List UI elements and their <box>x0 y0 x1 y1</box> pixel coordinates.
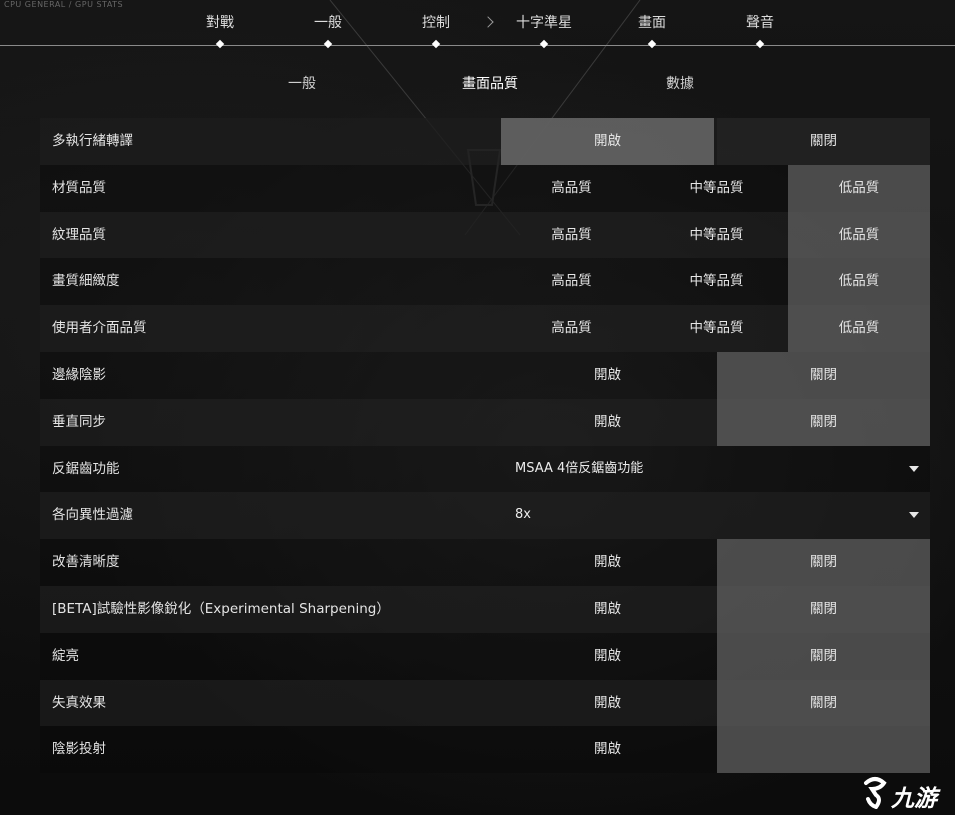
option-on[interactable]: 開啟 <box>501 680 714 727</box>
setting-label: 失真效果 <box>52 694 106 711</box>
option-low[interactable]: 低品質 <box>788 258 930 306</box>
subtab-graphics-quality[interactable]: 畫面品質 <box>462 73 518 93</box>
option-medium[interactable]: 中等品質 <box>645 305 788 352</box>
nav-tab-general[interactable]: 一般 <box>314 12 342 32</box>
nav-tab-crosshair[interactable]: 十字準星 <box>516 12 572 32</box>
anti-aliasing-dropdown[interactable]: MSAA 4倍反鋸齒功能 <box>501 446 930 493</box>
option-on[interactable]: 開啟 <box>501 586 714 633</box>
option-on[interactable]: 開啟 <box>501 118 714 165</box>
nav-tab-video[interactable]: 畫面 <box>638 12 666 32</box>
setting-label: 反鋸齒功能 <box>52 460 120 477</box>
setting-label: 多執行緒轉譯 <box>52 133 133 149</box>
setting-label: 畫質細緻度 <box>52 273 120 290</box>
setting-row-vsync: 垂直同步 開啟 關閉 <box>40 398 930 446</box>
setting-row-distortion: 失真效果 開啟 關閉 <box>40 679 930 727</box>
option-medium[interactable]: 中等品質 <box>645 165 788 212</box>
anisotropic-filtering-dropdown[interactable]: 8x <box>501 492 930 539</box>
nav-dot-icon <box>431 39 441 49</box>
watermark-text: 九游 <box>891 786 937 812</box>
setting-row-experimental-sharpening: [BETA]試驗性影像銳化（Experimental Sharpening） 開… <box>40 585 930 633</box>
setting-label: 邊緣陰影 <box>52 366 106 383</box>
setting-row-anisotropic-filtering: 各向異性過濾 8x <box>40 492 930 540</box>
caret-down-icon <box>909 465 919 472</box>
settings-list: 多執行緒轉譯 開啟 關閉 材質品質 高品質 中等品質 低品質 紋理品質 高品質 … <box>40 118 930 774</box>
option-low[interactable]: 低品質 <box>788 211 930 259</box>
option-high[interactable]: 高品質 <box>501 212 642 259</box>
option-off[interactable] <box>717 726 930 774</box>
top-nav: 對戰 一般 控制 十字準星 畫面 聲音 <box>0 0 955 55</box>
option-on[interactable]: 開啟 <box>501 726 714 773</box>
setting-label: 綻亮 <box>52 647 79 664</box>
setting-row-bloom: 綻亮 開啟 關閉 <box>40 632 930 680</box>
setting-row-multithreaded-rendering: 多執行緒轉譯 開啟 關閉 <box>40 118 930 165</box>
nav-tab-match[interactable]: 對戰 <box>206 12 234 32</box>
option-off[interactable]: 關閉 <box>717 585 930 633</box>
option-low[interactable]: 低品質 <box>788 164 930 212</box>
nav-tab-controls[interactable]: 控制 <box>422 12 450 32</box>
setting-label: 改善清晰度 <box>52 554 120 571</box>
nav-dot-icon <box>647 39 657 49</box>
setting-row-cast-shadows: 陰影投射 開啟 <box>40 726 930 774</box>
option-off[interactable]: 關閉 <box>717 632 930 680</box>
setting-row-texture-quality: 紋理品質 高品質 中等品質 低品質 <box>40 211 930 259</box>
setting-label: 各向異性過濾 <box>52 507 133 524</box>
nav-dot-icon <box>215 39 225 49</box>
subtab-general[interactable]: 一般 <box>288 73 316 93</box>
setting-label: 使用者介面品質 <box>52 320 147 337</box>
nav-dot-icon <box>323 39 333 49</box>
nav-line <box>0 45 955 46</box>
setting-row-vignette: 邊緣陰影 開啟 關閉 <box>40 351 930 399</box>
option-on[interactable]: 開啟 <box>501 352 714 399</box>
nav-dot-icon <box>755 39 765 49</box>
option-off[interactable]: 關閉 <box>717 679 930 727</box>
option-high[interactable]: 高品質 <box>501 305 642 352</box>
option-off[interactable]: 關閉 <box>717 118 930 165</box>
setting-label: 紋理品質 <box>52 226 106 243</box>
option-high[interactable]: 高品質 <box>501 258 642 305</box>
option-off[interactable]: 關閉 <box>717 398 930 446</box>
setting-row-detail-quality: 畫質細緻度 高品質 中等品質 低品質 <box>40 258 930 306</box>
setting-row-material-quality: 材質品質 高品質 中等品質 低品質 <box>40 164 930 212</box>
dropdown-value: 8x <box>515 507 531 523</box>
option-on[interactable]: 開啟 <box>501 633 714 680</box>
option-on[interactable]: 開啟 <box>501 399 714 446</box>
nav-dot-icon <box>539 39 549 49</box>
setting-label: 材質品質 <box>52 179 106 196</box>
option-off[interactable]: 關閉 <box>717 539 930 586</box>
setting-row-ui-quality: 使用者介面品質 高品質 中等品質 低品質 <box>40 305 930 352</box>
caret-down-icon <box>909 512 919 519</box>
option-high[interactable]: 高品質 <box>501 165 642 212</box>
setting-label: 陰影投射 <box>52 741 106 758</box>
dropdown-value: MSAA 4倍反鋸齒功能 <box>515 460 644 476</box>
option-off[interactable]: 關閉 <box>717 351 930 399</box>
option-on[interactable]: 開啟 <box>501 539 714 586</box>
option-medium[interactable]: 中等品質 <box>645 212 788 259</box>
setting-label: [BETA]試驗性影像銳化（Experimental Sharpening） <box>52 600 390 617</box>
watermark: 九游 <box>860 775 955 812</box>
option-medium[interactable]: 中等品質 <box>645 258 788 305</box>
subtab-stats[interactable]: 數據 <box>666 73 694 93</box>
nav-tab-audio[interactable]: 聲音 <box>746 12 774 32</box>
chevron-down-icon <box>482 16 494 28</box>
jiuyou-logo-icon <box>864 777 887 810</box>
setting-label: 垂直同步 <box>52 413 106 430</box>
option-low[interactable]: 低品質 <box>788 305 930 352</box>
setting-row-anti-aliasing: 反鋸齒功能 MSAA 4倍反鋸齒功能 <box>40 445 930 493</box>
setting-row-improve-clarity: 改善清晰度 開啟 關閉 <box>40 539 930 586</box>
